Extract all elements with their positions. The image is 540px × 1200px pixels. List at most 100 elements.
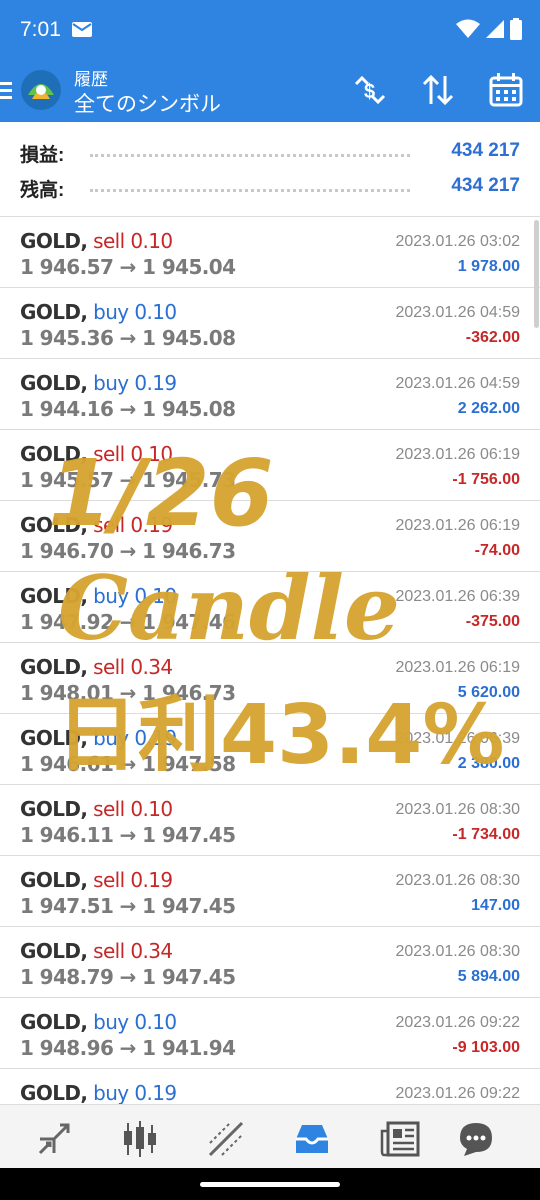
nav-chart-candlestick-icon[interactable] [120,1119,160,1159]
trade-header: GOLD, buy 0.19 [20,726,177,750]
trade-prices: 1 945.57 → 1 945.73 [20,468,236,492]
trade-profit: 5 620.00 [457,684,520,701]
trade-side: sell [93,868,125,892]
home-indicator[interactable] [200,1182,340,1187]
trade-prices: 1 944.16 → 1 945.08 [20,397,236,421]
profit-label: 損益: [20,145,65,166]
profit-row: 損益: 434 217 [20,134,520,168]
dotted-leader [90,154,410,157]
trade-side: buy [93,1081,129,1105]
nav-trade-trend-icon[interactable] [206,1119,246,1159]
trade-history-list[interactable]: GOLD, sell 0.10 1 946.57 → 1 945.04 2023.0… [0,217,540,1140]
trade-volume: 0.19 [130,513,173,537]
trade-row[interactable]: GOLD, buy 0.10 1 947.92 → 1 947.46 2023.01… [0,572,540,643]
trade-side: sell [93,442,125,466]
nav-quotes-arrows-icon[interactable] [34,1119,74,1159]
trade-time: 2023.01.26 06:39 [395,730,520,747]
nav-messages-chat-icon[interactable] [456,1119,496,1159]
trade-symbol: GOLD, [20,513,88,537]
trade-time: 2023.01.26 04:59 [395,304,520,321]
wifi-icon [456,19,480,38]
trade-volume: 0.10 [130,442,173,466]
trade-header: GOLD, buy 0.10 [20,584,177,608]
symbol-filter[interactable]: 全てのシンボル [74,88,221,118]
trade-volume: 0.19 [130,868,173,892]
trade-volume: 0.10 [130,797,173,821]
trade-volume: 0.19 [134,726,177,750]
trade-header: GOLD, sell 0.10 [20,442,173,466]
trade-header: GOLD, buy 0.10 [20,300,177,324]
trade-row[interactable]: GOLD, sell 0.10 1 946.11 → 1 947.45 2023.0… [0,785,540,856]
trade-time: 2023.01.26 04:59 [395,375,520,392]
trade-symbol: GOLD, [20,229,88,253]
trade-prices: 1 946.70 → 1 946.73 [20,539,236,563]
status-bar: 7:01 [0,0,540,58]
trade-header: GOLD, buy 0.19 [20,371,177,395]
trade-header: GOLD, sell 0.10 [20,797,173,821]
trade-side: buy [93,371,129,395]
trade-symbol: GOLD, [20,584,88,608]
trade-row[interactable]: GOLD, buy 0.10 1 948.96 → 1 941.94 2023.01… [0,998,540,1069]
system-icons [456,18,522,40]
svg-text:$: $ [364,81,375,103]
calendar-icon[interactable] [488,72,524,108]
nav-news-newspaper-icon[interactable] [380,1119,420,1159]
metatrader-logo-icon[interactable] [20,69,62,111]
trade-profit: -1 756.00 [452,471,520,488]
trade-side: sell [93,513,125,537]
trade-prices: 1 946.57 → 1 945.04 [20,255,236,279]
balance-row: 残高: 434 217 [20,169,520,203]
trade-row[interactable]: GOLD, sell 0.10 1 945.57 → 1 945.73 2023.0… [0,430,540,501]
gesture-bar [0,1168,540,1200]
balance-label: 残高: [20,180,65,201]
trade-row[interactable]: GOLD, sell 0.19 1 947.51 → 1 947.45 2023.0… [0,856,540,927]
signal-icon [486,20,504,38]
trade-header: GOLD, sell 0.34 [20,939,173,963]
trade-profit: -74.00 [474,542,520,559]
trade-side: buy [93,584,129,608]
trade-profit: -362.00 [465,329,520,346]
trade-prices: 1 948.79 → 1 947.45 [20,965,236,989]
trade-time: 2023.01.26 06:19 [395,659,520,676]
app-toolbar: 履歴 全てのシンボル $ [0,58,540,122]
trade-row[interactable]: GOLD, sell 0.10 1 946.57 → 1 945.04 2023.0… [0,217,540,288]
trade-time: 2023.01.26 08:30 [395,872,520,889]
trade-header: GOLD, buy 0.10 [20,1010,177,1034]
trade-row[interactable]: GOLD, sell 0.19 1 946.70 → 1 946.73 2023.0… [0,501,540,572]
battery-icon [510,18,522,40]
trade-profit: 2 262.00 [457,400,520,417]
trade-header: GOLD, sell 0.10 [20,229,173,253]
menu-icon[interactable] [0,80,14,100]
trade-row[interactable]: GOLD, sell 0.34 1 948.79 → 1 947.45 2023.0… [0,927,540,998]
trade-header: GOLD, sell 0.19 [20,513,173,537]
trade-time: 2023.01.26 03:02 [395,233,520,250]
trade-symbol: GOLD, [20,655,88,679]
trade-volume: 0.34 [130,939,173,963]
trade-row[interactable]: GOLD, buy 0.19 1 944.16 → 1 945.08 2023.01… [0,359,540,430]
sort-icon[interactable] [420,72,456,108]
trade-profit: -9 103.00 [452,1039,520,1056]
trade-row[interactable]: GOLD, buy 0.10 1 945.36 → 1 945.08 2023.01… [0,288,540,359]
trade-volume: 0.34 [130,655,173,679]
trade-prices: 1 946.61 → 1 947.58 [20,752,236,776]
trade-symbol: GOLD, [20,726,88,750]
trade-profit: -1 734.00 [452,826,520,843]
trade-volume: 0.10 [130,229,173,253]
trade-volume: 0.10 [134,1010,177,1034]
trade-time: 2023.01.26 08:30 [395,801,520,818]
nav-history-inbox-icon[interactable] [292,1119,332,1159]
trade-row[interactable]: GOLD, sell 0.34 1 948.01 → 1 946.73 2023.0… [0,643,540,714]
trade-time: 2023.01.26 06:19 [395,446,520,463]
trade-symbol: GOLD, [20,939,88,963]
trade-side: sell [93,797,125,821]
scrollbar[interactable] [534,220,539,328]
currency-swap-icon[interactable]: $ [352,72,388,108]
trade-time: 2023.01.26 09:22 [395,1085,520,1102]
trade-row[interactable]: GOLD, buy 0.19 1 946.61 → 1 947.58 2023.01… [0,714,540,785]
trade-side: buy [93,1010,129,1034]
trade-prices: 1 946.11 → 1 947.45 [20,823,236,847]
account-summary: 損益: 434 217 残高: 434 217 [0,122,540,217]
trade-prices: 1 947.92 → 1 947.46 [20,610,236,634]
mail-icon [72,22,92,37]
trade-volume: 0.10 [134,584,177,608]
